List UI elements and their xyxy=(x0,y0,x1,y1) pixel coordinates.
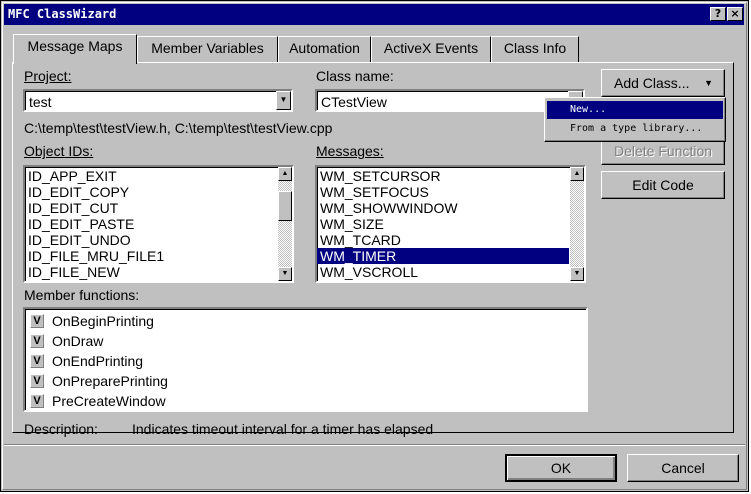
tab-label: Automation xyxy=(289,40,360,56)
add-class-menu: New... From a type library... xyxy=(544,97,726,142)
triangle-up-icon: ▲ xyxy=(281,170,289,177)
function-name: OnDraw xyxy=(52,333,104,349)
scroll-thumb[interactable] xyxy=(278,191,292,221)
cancel-label: Cancel xyxy=(661,460,705,476)
delete-function-label: Delete Function xyxy=(613,143,713,159)
list-item[interactable]: V PreCreateWindow xyxy=(27,391,427,411)
tab-activex-events[interactable]: ActiveX Events xyxy=(371,36,491,62)
tab-label: Class Info xyxy=(503,40,567,56)
scroll-down-button[interactable]: ▼ xyxy=(570,267,584,281)
list-item[interactable]: V OnBeginPrinting xyxy=(27,311,427,331)
list-item[interactable]: ID_FILE_MRU_FILE1 xyxy=(25,248,164,264)
list-item[interactable]: ID_FILE_NEW xyxy=(25,264,120,280)
list-item[interactable]: WM_TCARD xyxy=(317,232,401,248)
tab-message-maps[interactable]: Message Maps xyxy=(13,34,137,64)
window-title: MFC ClassWizard xyxy=(8,7,117,21)
list-item[interactable]: V OnPreparePrinting xyxy=(27,371,427,391)
list-item[interactable]: ID_EDIT_PASTE xyxy=(25,216,134,232)
project-value: test xyxy=(29,94,52,110)
menu-item-new[interactable]: New... xyxy=(547,101,723,119)
separator xyxy=(4,444,745,446)
tab-class-info[interactable]: Class Info xyxy=(491,36,579,62)
chevron-down-icon: ▼ xyxy=(704,78,713,88)
list-item[interactable]: WM_SETFOCUS xyxy=(317,184,429,200)
function-name: OnEndPrinting xyxy=(52,353,144,369)
list-item[interactable]: ID_EDIT_COPY xyxy=(25,184,129,200)
help-button[interactable]: ? xyxy=(710,7,726,21)
add-class-button[interactable]: Add Class... ▼ xyxy=(601,69,725,97)
help-icon: ? xyxy=(714,7,722,20)
edit-code-button[interactable]: Edit Code xyxy=(601,171,725,199)
object-ids-list[interactable]: ID_APP_EXIT ID_EDIT_COPY ID_EDIT_CUT ID_… xyxy=(23,165,294,283)
object-ids-label: Object IDs: xyxy=(24,143,94,159)
list-item[interactable]: V OnEndPrinting xyxy=(27,351,427,371)
tab-label: Message Maps xyxy=(27,38,123,54)
list-item[interactable]: WM_VSCROLL xyxy=(317,264,418,280)
description-label: Description: xyxy=(24,421,98,437)
menu-item-from-type-library[interactable]: From a type library... xyxy=(547,120,723,138)
close-button[interactable]: × xyxy=(727,7,743,21)
messages-label: Messages: xyxy=(316,143,384,159)
scroll-up-button[interactable]: ▲ xyxy=(570,167,584,181)
class-name-value: CTestView xyxy=(321,94,387,110)
member-functions-label: Member functions: xyxy=(24,287,140,303)
list-item[interactable]: ID_EDIT_CUT xyxy=(25,200,118,216)
class-name-label: Class name: xyxy=(316,68,394,84)
close-icon: × xyxy=(730,7,740,20)
list-item-selected[interactable]: WM_TIMER xyxy=(317,248,569,264)
tab-label: ActiveX Events xyxy=(383,40,479,56)
list-item[interactable]: ID_APP_EXIT xyxy=(25,168,117,184)
function-name: OnBeginPrinting xyxy=(52,313,154,329)
tab-member-variables[interactable]: Member Variables xyxy=(137,36,278,62)
scroll-down-button[interactable]: ▼ xyxy=(278,267,292,281)
file-path-text: C:\temp\test\testView.h, C:\temp\test\te… xyxy=(24,120,333,136)
add-class-label: Add Class... xyxy=(614,75,690,91)
scroll-up-button[interactable]: ▲ xyxy=(278,167,292,181)
title-bar[interactable]: MFC ClassWizard ? × xyxy=(4,4,744,25)
triangle-down-icon: ▼ xyxy=(573,270,581,277)
function-name: PreCreateWindow xyxy=(52,393,166,409)
project-combo[interactable]: test ▼ xyxy=(23,89,293,112)
triangle-up-icon: ▲ xyxy=(573,170,581,177)
triangle-down-icon: ▼ xyxy=(281,270,289,277)
member-functions-list[interactable]: V OnBeginPrinting V OnDraw V OnEndPrinti… xyxy=(23,307,588,412)
ok-label: OK xyxy=(550,460,572,476)
list-item[interactable]: WM_SETCURSOR xyxy=(317,168,441,184)
cancel-button[interactable]: Cancel xyxy=(627,454,739,482)
project-dropdown-button[interactable]: ▼ xyxy=(276,91,291,110)
edit-code-label: Edit Code xyxy=(632,177,694,193)
project-label: Project: xyxy=(24,68,72,84)
virtual-badge: V xyxy=(30,394,44,408)
virtual-badge: V xyxy=(30,314,44,328)
classwizard-dialog: MFC ClassWizard ? × Message Maps Member … xyxy=(0,0,749,492)
list-item[interactable]: V OnDraw xyxy=(27,331,427,351)
virtual-badge: V xyxy=(30,334,44,348)
list-item[interactable]: ID_EDIT_UNDO xyxy=(25,232,131,248)
object-ids-scrollbar[interactable]: ▲ ▼ xyxy=(278,167,292,281)
ok-button[interactable]: OK xyxy=(505,454,617,482)
function-name: OnPreparePrinting xyxy=(52,373,168,389)
description-text: Indicates timeout interval for a timer h… xyxy=(132,421,434,437)
virtual-badge: V xyxy=(30,354,44,368)
chevron-down-icon: ▼ xyxy=(279,95,288,104)
messages-scrollbar[interactable]: ▲ ▼ xyxy=(570,167,584,281)
messages-list[interactable]: WM_SETCURSOR WM_SETFOCUS WM_SHOWWINDOW W… xyxy=(315,165,586,283)
tab-automation[interactable]: Automation xyxy=(278,36,371,62)
tab-label: Member Variables xyxy=(151,40,264,56)
list-item[interactable]: WM_SHOWWINDOW xyxy=(317,200,458,216)
list-item[interactable]: WM_SIZE xyxy=(317,216,384,232)
virtual-badge: V xyxy=(30,374,44,388)
